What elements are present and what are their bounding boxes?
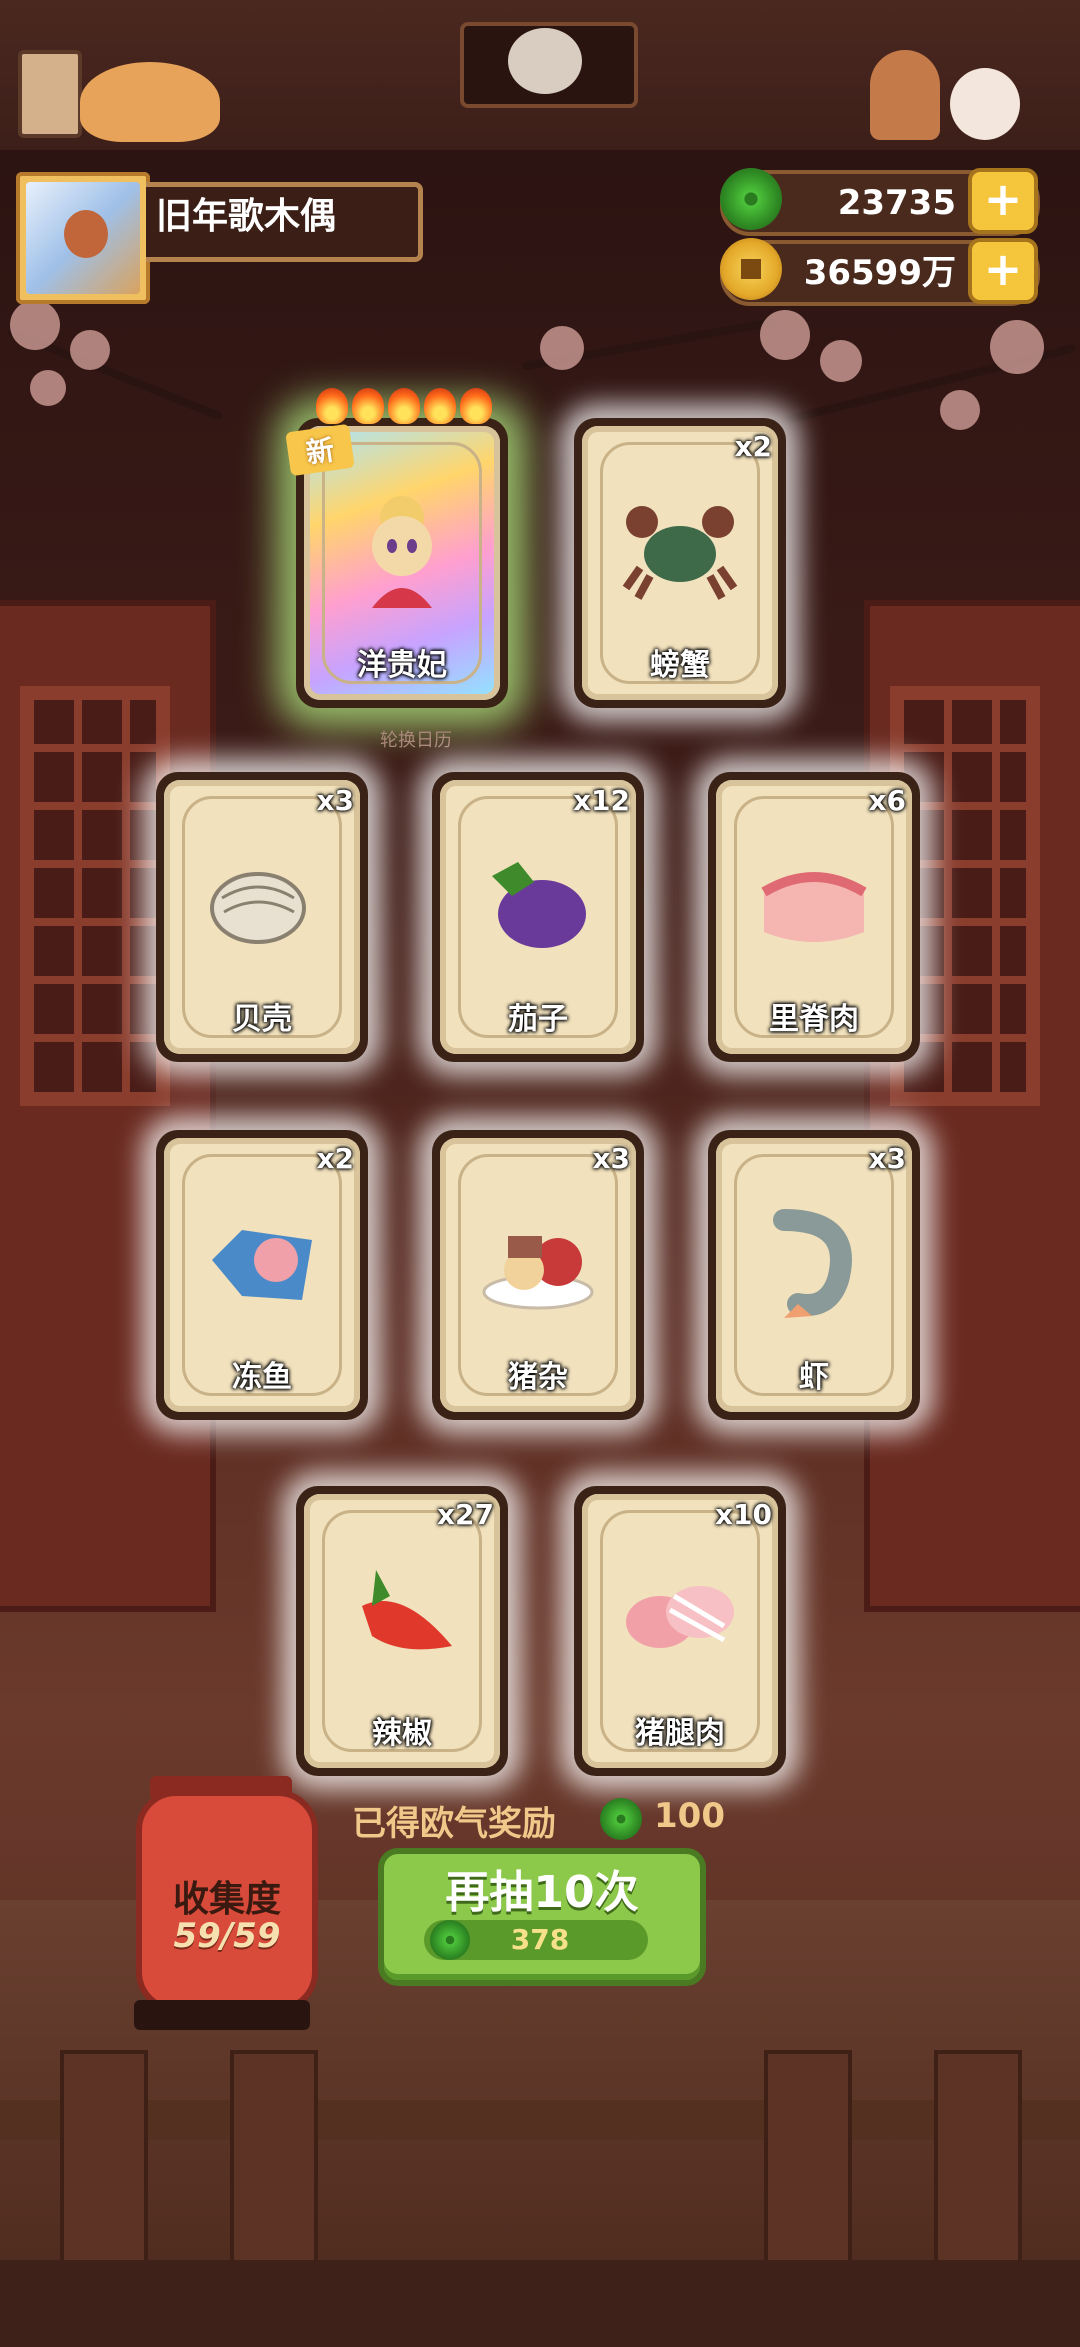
flame-icon bbox=[388, 388, 420, 424]
draw-cost: 378 bbox=[510, 1923, 570, 1956]
blossom bbox=[30, 370, 66, 406]
blossom bbox=[760, 310, 810, 360]
card-label: 螃蟹 bbox=[650, 648, 710, 683]
jade-amount: 23735 bbox=[837, 183, 956, 223]
blossom bbox=[990, 320, 1044, 374]
coin-amount: 36599万 bbox=[803, 253, 956, 293]
chili-icon bbox=[362, 1570, 452, 1650]
rarity-flames bbox=[316, 388, 496, 428]
jade-icon bbox=[430, 1920, 470, 1960]
npc-characters bbox=[840, 50, 1030, 145]
card-yang-guifei[interactable]: 新 洋贵妃 bbox=[285, 388, 508, 708]
add-jade-button[interactable]: + bbox=[968, 168, 1038, 234]
reward-label: 已得欧气奖励 bbox=[352, 1804, 556, 1844]
card-label: 猪杂 bbox=[508, 1360, 568, 1395]
left-door bbox=[0, 600, 216, 1612]
left-lattice bbox=[20, 686, 170, 1106]
card-count: x10 bbox=[714, 1498, 772, 1531]
card-count: x27 bbox=[436, 1498, 494, 1531]
card-count: x3 bbox=[592, 1142, 630, 1175]
frozen-fish-icon bbox=[212, 1230, 312, 1300]
eggplant-icon bbox=[492, 862, 586, 948]
pig-offal-icon bbox=[482, 1236, 594, 1310]
fence-post bbox=[764, 2050, 852, 2274]
draw-again-label[interactable]: 再抽10次 bbox=[378, 1856, 706, 1920]
fence-post bbox=[230, 2050, 318, 2274]
card-label: 辣椒 bbox=[372, 1716, 432, 1751]
shell-icon bbox=[210, 872, 306, 944]
blossom bbox=[540, 326, 584, 370]
jade-icon bbox=[600, 1798, 642, 1840]
card-count: x6 bbox=[868, 784, 906, 817]
shrimp-icon bbox=[773, 1209, 852, 1318]
under-card-text: 轮换日历 bbox=[380, 730, 452, 751]
fence-rail bbox=[0, 2100, 1080, 2140]
card-label: 猪腿肉 bbox=[635, 1716, 725, 1751]
tenderloin-icon bbox=[761, 872, 867, 942]
card-label: 虾 bbox=[799, 1360, 829, 1395]
character-portrait-icon bbox=[372, 496, 432, 608]
card-pig-offal[interactable]: x3 猪杂 bbox=[432, 1130, 644, 1420]
player-avatar[interactable] bbox=[16, 172, 150, 304]
jade-icon bbox=[720, 168, 782, 230]
fence-post bbox=[60, 2050, 148, 2274]
npc-cat-icon bbox=[950, 68, 1020, 140]
fence-post bbox=[934, 2050, 1022, 2274]
card-crab[interactable]: x2 螃蟹 bbox=[574, 418, 786, 708]
crab-icon bbox=[622, 506, 738, 600]
coin-icon bbox=[720, 238, 782, 300]
player-name: 旧年歌木偶 bbox=[156, 196, 337, 237]
card-count: x3 bbox=[316, 784, 354, 817]
card-label: 茄子 bbox=[508, 1002, 568, 1037]
card-count: x3 bbox=[868, 1142, 906, 1175]
reward-value: 100 bbox=[654, 1796, 725, 1836]
lantern-base bbox=[134, 2000, 310, 2030]
collection-value: 59/59 bbox=[173, 1916, 281, 1956]
pork-leg-icon bbox=[626, 1586, 734, 1648]
flame-icon bbox=[316, 388, 348, 424]
scroll-icon[interactable] bbox=[18, 50, 82, 138]
card-shrimp[interactable]: x3 虾 bbox=[708, 1130, 920, 1420]
card-count: x2 bbox=[316, 1142, 354, 1175]
bottom-bar bbox=[0, 2260, 1080, 2347]
new-badge: 新 bbox=[285, 423, 355, 477]
card-shell[interactable]: x3 贝壳 bbox=[156, 772, 368, 1062]
card-label: 冻鱼 bbox=[232, 1360, 292, 1395]
cat-mascot-icon bbox=[80, 62, 220, 142]
card-label: 洋贵妃 bbox=[357, 648, 447, 683]
card-pork-leg[interactable]: x10 猪腿肉 bbox=[574, 1486, 786, 1776]
card-tenderloin[interactable]: x6 里脊肉 bbox=[708, 772, 920, 1062]
add-coins-button[interactable]: + bbox=[968, 238, 1038, 304]
blossom bbox=[70, 330, 110, 370]
card-count: x2 bbox=[734, 430, 772, 463]
blossom bbox=[940, 390, 980, 430]
collection-title: 收集度 bbox=[172, 1879, 281, 1920]
avatar-image bbox=[26, 182, 140, 294]
flame-icon bbox=[460, 388, 492, 424]
card-chili[interactable]: x27 辣椒 bbox=[296, 1486, 508, 1776]
flame-icon bbox=[352, 388, 384, 424]
card-frozen-fish[interactable]: x2 冻鱼 bbox=[156, 1130, 368, 1420]
card-eggplant[interactable]: x12 茄子 bbox=[432, 772, 644, 1062]
flame-icon bbox=[424, 388, 456, 424]
card-label: 里脊肉 bbox=[769, 1002, 859, 1037]
mascot-portrait-icon bbox=[508, 28, 582, 94]
blossom bbox=[10, 300, 60, 350]
card-label: 贝壳 bbox=[232, 1002, 292, 1037]
blossom bbox=[820, 340, 862, 382]
card-count: x12 bbox=[572, 784, 630, 817]
avatar-head bbox=[64, 210, 108, 258]
npc-girl-icon bbox=[870, 50, 940, 140]
right-door bbox=[864, 600, 1080, 1612]
